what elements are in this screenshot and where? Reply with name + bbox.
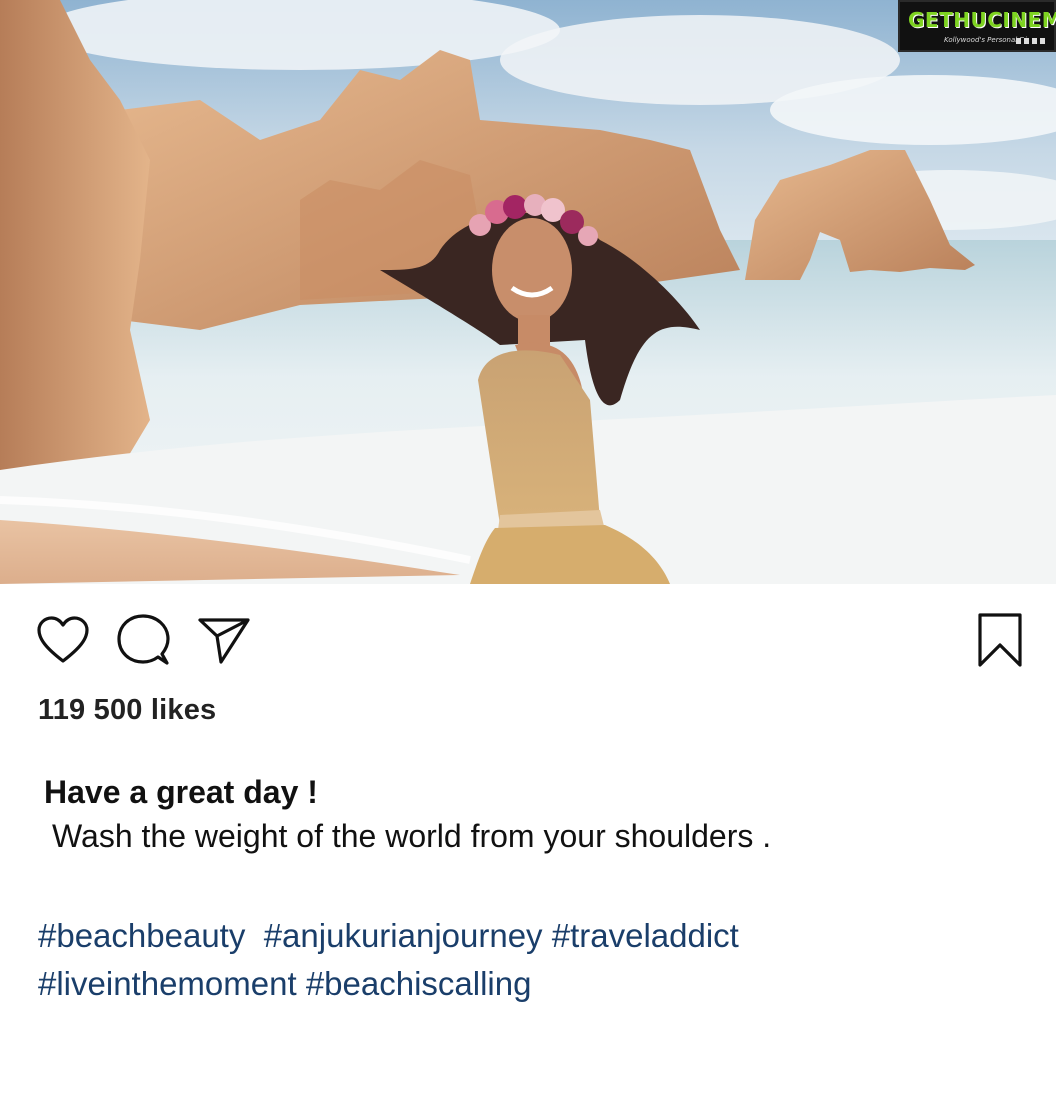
- post-photo[interactable]: [0, 0, 1056, 584]
- watermark-brand: GETHUCINEMA: [908, 8, 1056, 32]
- beach-photo-illustration: [0, 0, 1056, 584]
- hashtag-link[interactable]: #anjukurianjourney: [264, 917, 543, 954]
- share-button[interactable]: [196, 612, 252, 668]
- comment-button[interactable]: [115, 612, 171, 668]
- caption-title: Have a great day !: [44, 774, 318, 810]
- hashtag-link[interactable]: #liveinthemoment: [38, 965, 297, 1002]
- bookmark-icon: [978, 613, 1022, 667]
- caption-body: Wash the weight of the world from your s…: [52, 818, 772, 854]
- hashtag-link[interactable]: #beachiscalling: [306, 965, 532, 1002]
- post-actions-bar: [0, 600, 1056, 672]
- watermark-logo: GETHUCINEMA Kollywood's Personal Diary: [898, 0, 1056, 52]
- heart-icon: [37, 616, 89, 663]
- hashtag-list: #beachbeauty #anjukurianjourney #travela…: [38, 912, 1028, 1008]
- paper-plane-icon: [198, 618, 250, 664]
- film-strip-icon: [1016, 38, 1046, 44]
- hashtag-line-2: #liveinthemoment #beachiscalling: [38, 960, 1028, 1008]
- hashtag-line-1: #beachbeauty #anjukurianjourney #travela…: [38, 912, 1028, 960]
- likes-count[interactable]: 119 500 likes: [38, 694, 216, 727]
- save-button[interactable]: [972, 612, 1028, 668]
- post-caption: Have a great day ! Wash the weight of th…: [44, 770, 1024, 858]
- like-button[interactable]: [35, 612, 91, 668]
- hashtag-link[interactable]: #traveladdict: [552, 917, 739, 954]
- hashtag-link[interactable]: #beachbeauty: [38, 917, 245, 954]
- comment-bubble-icon: [117, 614, 170, 665]
